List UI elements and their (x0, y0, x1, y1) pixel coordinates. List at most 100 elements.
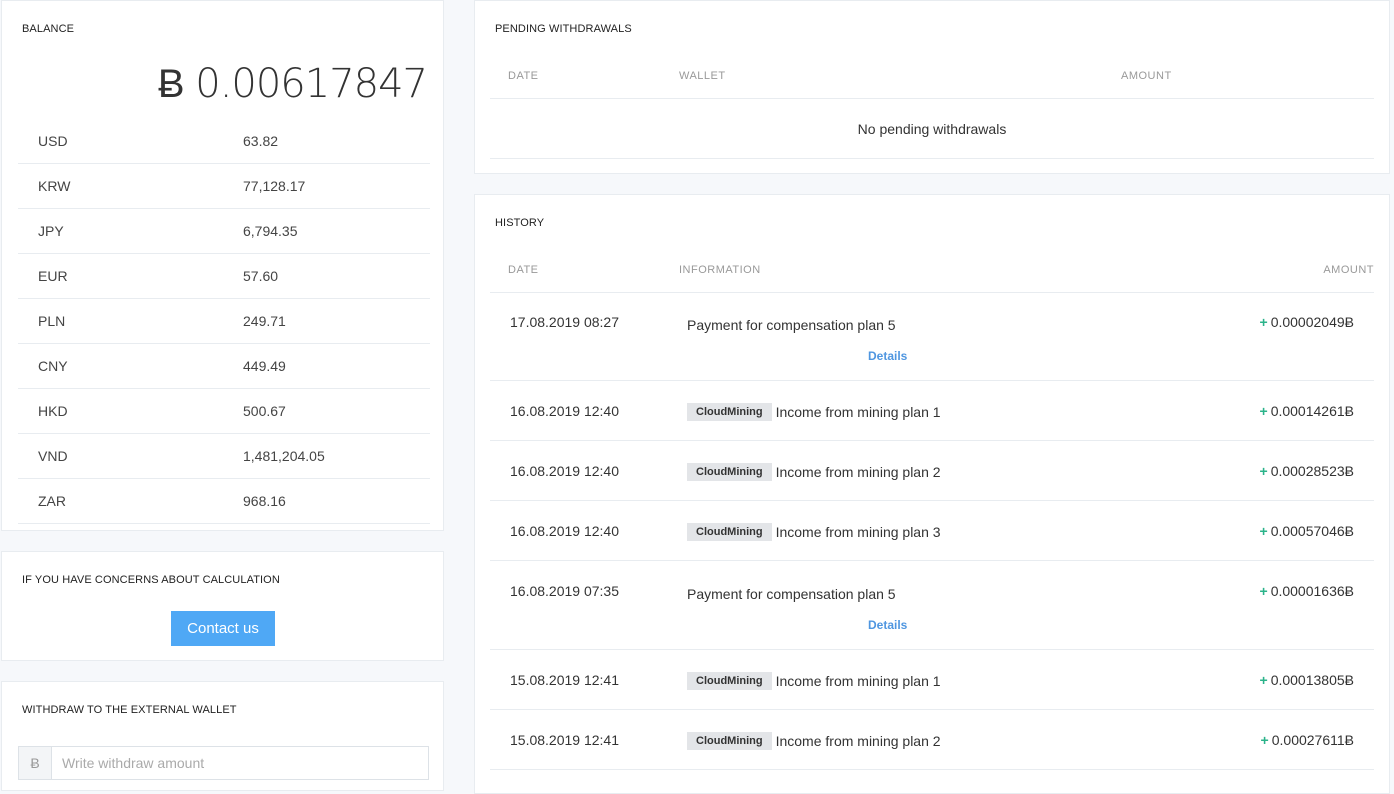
history-information: CloudMining Income from mining plan 2 (687, 463, 941, 481)
concerns-title: IF YOU HAVE CONCERNS ABOUT CALCULATION (22, 574, 280, 586)
currency-value: 968.16 (243, 493, 286, 509)
history-col-information: INFORMATION (679, 264, 761, 276)
history-amount: +0.00057046Ƀ (1260, 523, 1355, 539)
withdraw-card: WITHDRAW TO THE EXTERNAL WALLET Ƀ (1, 681, 444, 791)
currency-code: USD (38, 133, 68, 149)
contact-us-button[interactable]: Contact us (171, 611, 275, 646)
history-col-date: DATE (508, 264, 539, 276)
currency-row: KRW 77,128.17 (18, 164, 430, 209)
history-information: CloudMining Income from mining plan 1 (687, 403, 941, 421)
cloudmining-tag: CloudMining (687, 672, 772, 690)
currency-table: USD 63.82 KRW 77,128.17 JPY 6,794.35 EUR 57.60 P… (18, 119, 430, 524)
history-row: 16.08.2019 12:40 CloudMining Income from m… (490, 501, 1374, 561)
history-rows: 17.08.2019 08:27 Payment for compensation… (490, 292, 1374, 770)
bitcoin-icon: Ƀ (19, 747, 52, 779)
history-info-text: Payment for compensation plan 5 (687, 586, 896, 602)
pending-title: PENDING WITHDRAWALS (495, 23, 632, 35)
pending-col-wallet: WALLET (679, 70, 726, 82)
withdraw-input-group: Ƀ (18, 746, 429, 780)
pending-col-amount: AMOUNT (1121, 70, 1172, 82)
currency-row: PLN 249.71 (18, 299, 430, 344)
currency-row: HKD 500.67 (18, 389, 430, 434)
currency-code: JPY (38, 223, 64, 239)
pending-withdrawals-card: PENDING WITHDRAWALS DATE WALLET AMOUNT N… (474, 0, 1390, 174)
plus-icon: + (1259, 523, 1268, 539)
history-info-text: Income from mining plan 1 (775, 673, 941, 689)
history-row: 16.08.2019 07:35 Payment for compensation… (490, 561, 1374, 650)
history-date: 16.08.2019 12:40 (510, 403, 619, 419)
history-amount-value: 0.00002049Ƀ (1270, 314, 1354, 330)
currency-row: VND 1,481,204.05 (18, 434, 430, 479)
currency-value: 77,128.17 (243, 178, 306, 194)
currency-value: 57.60 (243, 268, 279, 284)
history-information: Payment for compensation plan 5 (687, 586, 896, 602)
history-amount: +0.00013805Ƀ (1260, 672, 1355, 688)
currency-row: ZAR 968.16 (18, 479, 430, 524)
plus-icon: + (1259, 314, 1268, 330)
currency-value: 6,794.35 (243, 223, 298, 239)
history-amount-value: 0.00057046Ƀ (1270, 523, 1354, 539)
pending-col-date: DATE (508, 70, 539, 82)
currency-value: 63.82 (243, 133, 279, 149)
history-info-text: Income from mining plan 2 (775, 464, 941, 480)
history-amount: +0.00027611Ƀ (1261, 732, 1354, 748)
plus-icon: + (1259, 403, 1268, 419)
currency-value: 249.71 (243, 313, 286, 329)
cloudmining-tag: CloudMining (687, 732, 772, 750)
history-row: 15.08.2019 12:41 CloudMining Income from m… (490, 710, 1374, 770)
history-information: Payment for compensation plan 5 (687, 317, 896, 333)
currency-row: EUR 57.60 (18, 254, 430, 299)
currency-code: VND (38, 448, 68, 464)
withdraw-title: WITHDRAW TO THE EXTERNAL WALLET (22, 704, 237, 716)
currency-code: HKD (38, 403, 68, 419)
currency-value: 1,481,204.05 (243, 448, 325, 464)
plus-icon: + (1260, 732, 1269, 748)
plus-icon: + (1259, 583, 1268, 599)
currency-code: ZAR (38, 493, 66, 509)
history-col-amount: AMOUNT (1323, 264, 1374, 276)
details-link[interactable]: Details (868, 618, 907, 632)
history-date: 15.08.2019 12:41 (510, 672, 619, 688)
history-info-text: Payment for compensation plan 5 (687, 317, 896, 333)
history-amount-value: 0.00001636Ƀ (1270, 583, 1354, 599)
history-row: 16.08.2019 12:40 CloudMining Income from m… (490, 441, 1374, 501)
balance-title: BALANCE (22, 23, 75, 35)
history-row: 15.08.2019 12:41 CloudMining Income from m… (490, 650, 1374, 710)
plus-icon: + (1259, 463, 1268, 479)
history-date: 16.08.2019 12:40 (510, 463, 619, 479)
history-card: HISTORY DATE INFORMATION AMOUNT 17.08.20… (474, 194, 1390, 794)
history-date: 16.08.2019 12:40 (510, 523, 619, 539)
history-date: 17.08.2019 08:27 (510, 314, 619, 330)
history-row: 16.08.2019 12:40 CloudMining Income from m… (490, 381, 1374, 441)
balance-card: BALANCE Ƀ 0.00617847 USD 63.82 KRW 77,128.1… (1, 0, 444, 531)
history-amount: +0.00028523Ƀ (1260, 463, 1355, 479)
history-amount-value: 0.00027611Ƀ (1271, 732, 1354, 748)
history-information: CloudMining Income from mining plan 3 (687, 523, 941, 541)
pending-table-header: DATE WALLET AMOUNT (490, 54, 1374, 99)
history-amount-value: 0.00028523Ƀ (1270, 463, 1354, 479)
history-amount: +0.00014261Ƀ (1260, 403, 1355, 419)
cloudmining-tag: CloudMining (687, 523, 772, 541)
history-row: 17.08.2019 08:27 Payment for compensation… (490, 292, 1374, 381)
cloudmining-tag: CloudMining (687, 403, 772, 421)
history-date: 15.08.2019 12:41 (510, 732, 619, 748)
currency-value: 500.67 (243, 403, 286, 419)
withdraw-amount-input[interactable] (52, 747, 428, 779)
concerns-card: IF YOU HAVE CONCERNS ABOUT CALCULATION C… (1, 551, 444, 661)
details-link[interactable]: Details (868, 349, 907, 363)
history-info-text: Income from mining plan 1 (775, 404, 941, 420)
plus-icon: + (1259, 672, 1268, 688)
currency-code: PLN (38, 313, 66, 329)
currency-value: 449.49 (243, 358, 286, 374)
balance-amount: Ƀ 0.00617847 (157, 61, 428, 107)
history-table-header: DATE INFORMATION AMOUNT (490, 248, 1374, 293)
history-information: CloudMining Income from mining plan 1 (687, 672, 941, 690)
cloudmining-tag: CloudMining (687, 463, 772, 481)
history-amount: +0.00002049Ƀ (1260, 314, 1355, 330)
history-information: CloudMining Income from mining plan 2 (687, 732, 941, 750)
currency-row: USD 63.82 (18, 119, 430, 164)
currency-code: EUR (38, 268, 68, 284)
history-title: HISTORY (495, 217, 545, 229)
currency-code: CNY (38, 358, 68, 374)
history-amount-value: 0.00014261Ƀ (1270, 403, 1354, 419)
